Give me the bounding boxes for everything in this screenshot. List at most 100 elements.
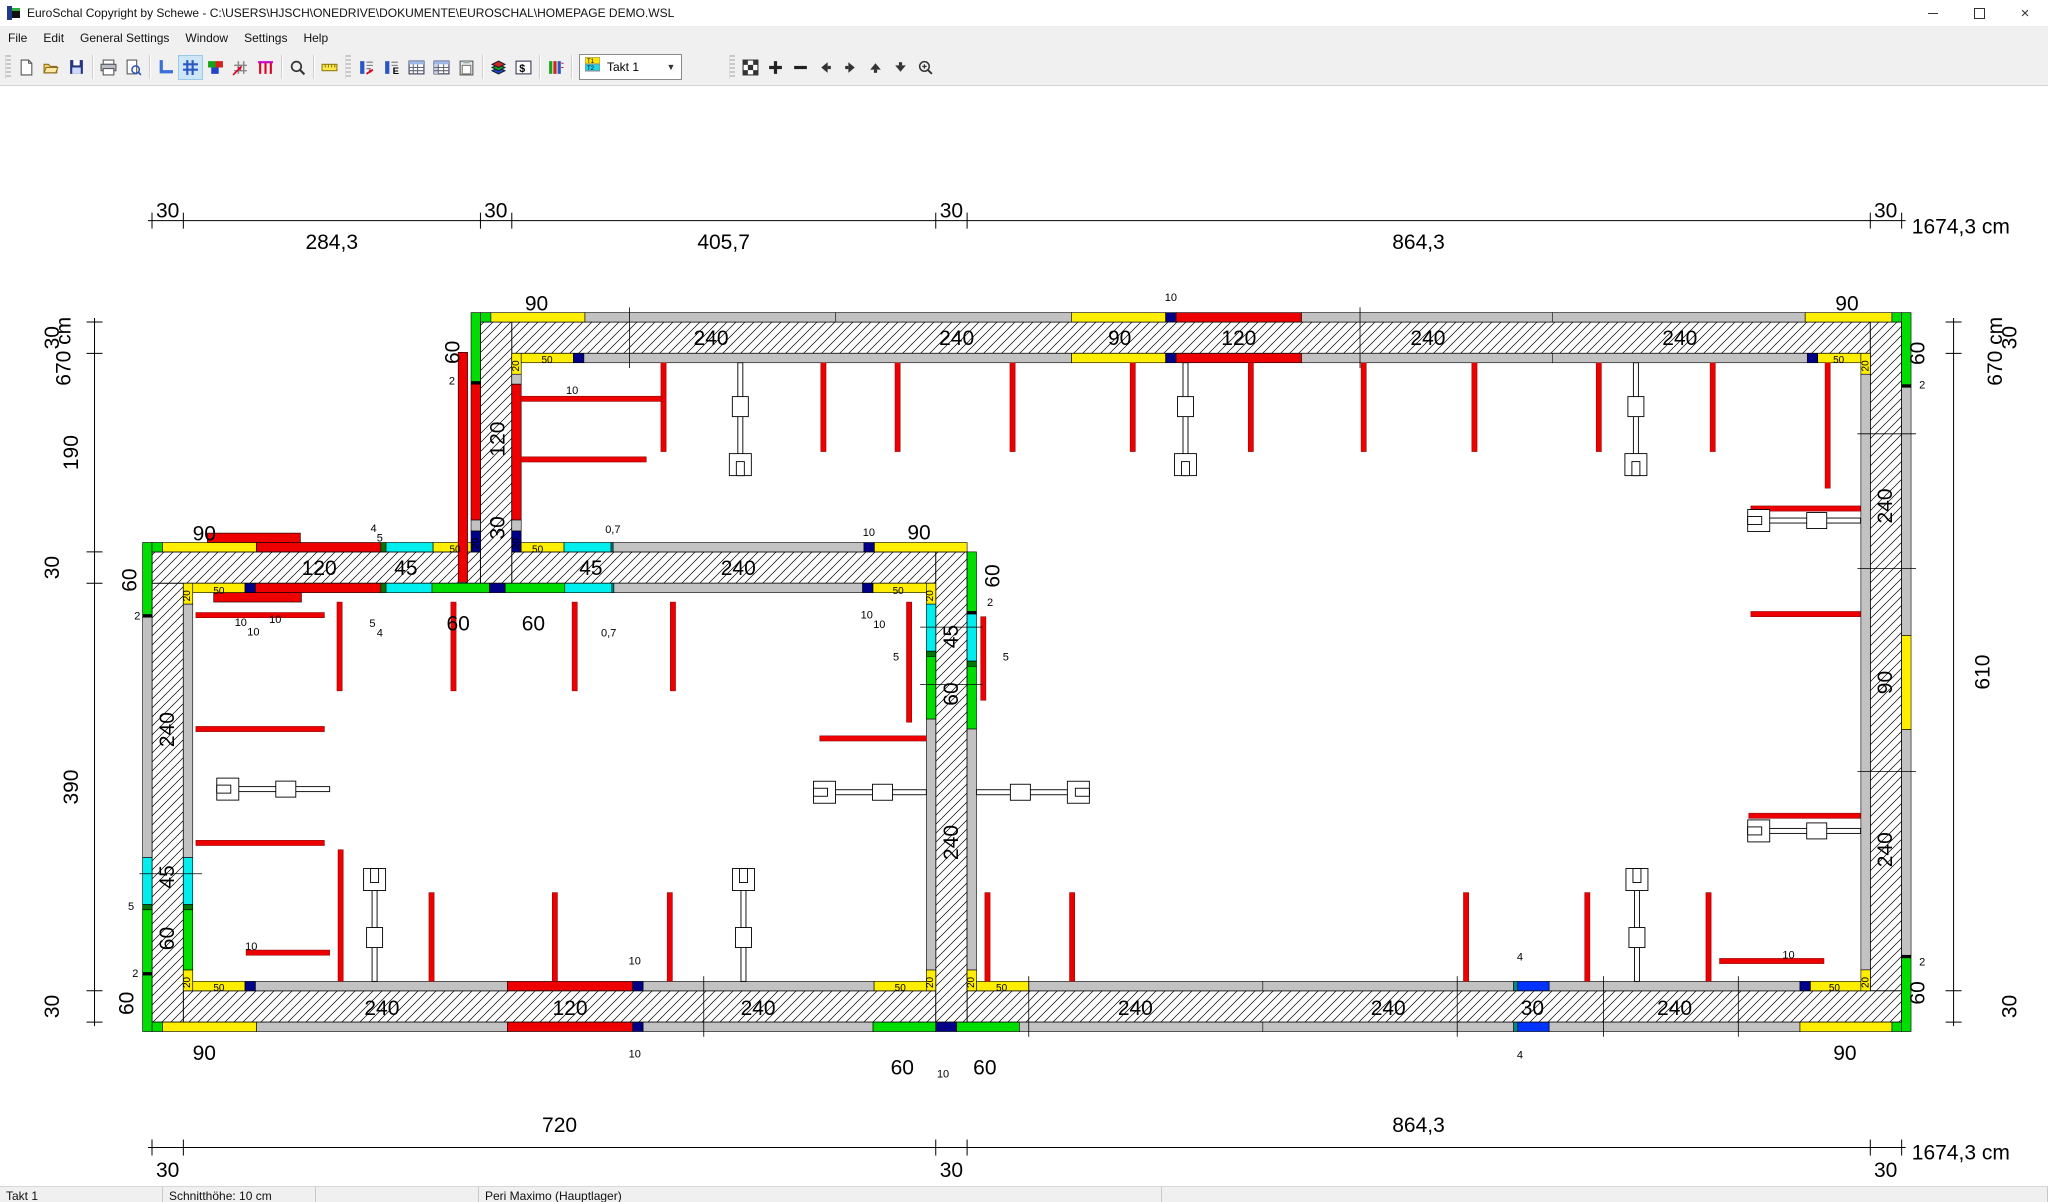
drawing-area[interactable]: 2402409012024024090909090120454524012030…: [0, 86, 2048, 1186]
formwork-panel[interactable]: [257, 542, 381, 551]
formwork-panel[interactable]: [512, 374, 521, 384]
formwork-panel[interactable]: [565, 583, 612, 592]
toolbar-button-print-preview[interactable]: [121, 55, 146, 80]
toolbar-button-clipboard-list[interactable]: [454, 55, 479, 80]
formwork-panel[interactable]: [612, 583, 614, 592]
formwork-panel[interactable]: [1514, 1022, 1518, 1031]
formwork-panel[interactable]: [490, 583, 506, 592]
toolbar-button-pan-right[interactable]: [838, 55, 863, 80]
formwork-panel[interactable]: [1549, 1022, 1800, 1031]
toolbar-button-zoom-window[interactable]: [285, 55, 310, 80]
formwork-panel[interactable]: [967, 729, 976, 970]
formwork-panel[interactable]: [864, 542, 874, 551]
formwork-panel[interactable]: [1166, 353, 1176, 362]
toolbar-grip[interactable]: [5, 55, 11, 79]
formwork-panel[interactable]: [245, 583, 255, 592]
toolbar-button-zoom-fit[interactable]: [738, 55, 763, 80]
menu-item-file[interactable]: File: [0, 28, 35, 48]
toolbar-button-new[interactable]: [14, 55, 39, 80]
formwork-panel[interactable]: [386, 542, 433, 551]
formwork-panel[interactable]: [143, 910, 152, 973]
formwork-panel[interactable]: [873, 1022, 936, 1031]
formwork-panel[interactable]: [1072, 313, 1166, 322]
formwork-panel[interactable]: [505, 583, 565, 592]
formwork-panel[interactable]: [183, 604, 192, 857]
formwork-panel[interactable]: [1514, 981, 1518, 990]
formwork-panel[interactable]: [967, 614, 976, 661]
takt-selector[interactable]: T1T2Takt 1▼: [579, 54, 682, 80]
chevron-down-icon[interactable]: ▼: [663, 58, 679, 76]
formwork-panel[interactable]: [1552, 353, 1807, 362]
toolbar-button-layer-stack[interactable]: [486, 55, 511, 80]
formwork-panel[interactable]: [633, 981, 643, 990]
formwork-panel[interactable]: [143, 858, 152, 905]
toolbar-button-zoom-minus[interactable]: [788, 55, 813, 80]
formwork-panel[interactable]: [1902, 955, 1911, 958]
formwork-panel[interactable]: [1807, 353, 1817, 362]
formwork-panel[interactable]: [1019, 1022, 1262, 1031]
menu-item-window[interactable]: Window: [177, 28, 236, 48]
close-button[interactable]: ×: [2002, 0, 2048, 26]
menu-item-settings[interactable]: Settings: [236, 28, 295, 48]
toolbar-button-pan-up[interactable]: [863, 55, 888, 80]
formwork-panel[interactable]: [643, 981, 874, 990]
formwork-panel[interactable]: [381, 583, 386, 592]
formwork-panel[interactable]: [214, 593, 302, 602]
formwork-panel[interactable]: [1302, 353, 1553, 362]
maximize-button[interactable]: [1956, 0, 2002, 26]
formwork-panel[interactable]: [507, 981, 632, 990]
formwork-panel[interactable]: [471, 384, 480, 520]
formwork-panel[interactable]: [471, 520, 480, 531]
menu-item-general-settings[interactable]: General Settings: [72, 28, 177, 48]
toolbar-button-posts-mode[interactable]: [253, 55, 278, 80]
formwork-panel[interactable]: [143, 905, 152, 910]
formwork-panel[interactable]: [1902, 387, 1911, 635]
formwork-panel[interactable]: [611, 542, 613, 551]
formwork-panel[interactable]: [614, 583, 863, 592]
formwork-panel[interactable]: [1029, 981, 1263, 990]
toolbar-button-save[interactable]: [64, 55, 89, 80]
toolbar-button-table-view[interactable]: [404, 55, 429, 80]
formwork-panel[interactable]: [1518, 1022, 1549, 1031]
toolbar-button-list-info[interactable]: E: [379, 55, 404, 80]
toolbar-button-ruler[interactable]: [317, 55, 342, 80]
toolbar-button-grid-mode[interactable]: [178, 55, 203, 80]
formwork-panel[interactable]: [386, 583, 432, 592]
formwork-panel[interactable]: [926, 656, 935, 719]
formwork-panel[interactable]: [143, 617, 152, 857]
formwork-panel[interactable]: [613, 542, 864, 551]
formwork-panel[interactable]: [207, 533, 300, 542]
formwork-panel[interactable]: [1263, 981, 1514, 990]
formwork-panel[interactable]: [1263, 1022, 1514, 1031]
formwork-panel[interactable]: [573, 353, 583, 362]
formwork-panel[interactable]: [152, 542, 162, 551]
toolbar-grip[interactable]: [729, 55, 735, 79]
formwork-panel[interactable]: [936, 1022, 957, 1031]
formwork-panel[interactable]: [643, 1022, 873, 1031]
formwork-panel[interactable]: [471, 313, 480, 382]
plan-canvas[interactable]: 2402409012024024090909090120454524012030…: [0, 86, 2048, 1186]
toolbar-button-column-table[interactable]: [543, 55, 568, 80]
formwork-panel[interactable]: [1892, 1022, 1902, 1031]
formwork-panel[interactable]: [1302, 313, 1553, 322]
formwork-panel[interactable]: [162, 1022, 256, 1031]
formwork-panel[interactable]: [512, 384, 521, 520]
formwork-panel[interactable]: [1072, 353, 1166, 362]
formwork-panel[interactable]: [863, 583, 873, 592]
toolbar-button-print[interactable]: [96, 55, 121, 80]
formwork-panel[interactable]: [143, 973, 152, 976]
formwork-panel[interactable]: [633, 1022, 643, 1031]
formwork-panel[interactable]: [967, 552, 976, 612]
formwork-panel[interactable]: [1166, 313, 1176, 322]
formwork-panel[interactable]: [1518, 981, 1549, 990]
formwork-panel[interactable]: [255, 981, 507, 990]
formwork-panel[interactable]: [245, 981, 255, 990]
toolbar-button-price-table[interactable]: $: [511, 55, 536, 80]
formwork-panel[interactable]: [183, 910, 192, 970]
toolbar-button-corner-mode[interactable]: [153, 55, 178, 80]
minimize-button[interactable]: [1910, 0, 1956, 26]
toolbar-button-pan-left[interactable]: [813, 55, 838, 80]
formwork-panel[interactable]: [255, 583, 380, 592]
formwork-panel[interactable]: [143, 975, 152, 1031]
formwork-panel[interactable]: [1800, 981, 1810, 990]
